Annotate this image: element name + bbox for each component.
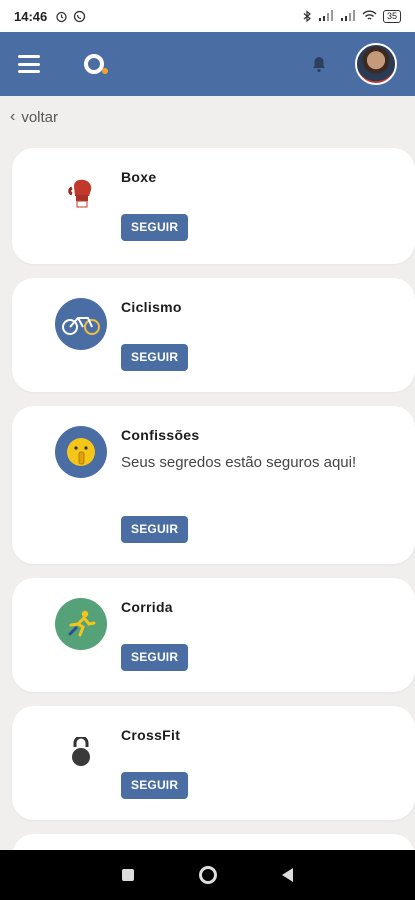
- community-card-boxe: Boxe SEGUIR: [12, 148, 415, 264]
- hamburger-menu-icon[interactable]: [18, 55, 40, 73]
- recent-apps-icon[interactable]: [122, 869, 135, 881]
- android-nav-bar: [0, 850, 415, 900]
- app-header: [0, 32, 415, 96]
- community-description: Seus segredos estão seguros aqui!: [121, 454, 357, 471]
- bluetooth-icon: [303, 9, 311, 22]
- bell-icon[interactable]: [309, 53, 329, 75]
- status-time: 14:46: [14, 8, 48, 24]
- signal-icon-2: [340, 10, 355, 21]
- community-card-confissoes: Confissões Seus segredos estão seguros a…: [12, 406, 415, 564]
- back-triangle-icon[interactable]: [281, 868, 293, 882]
- shushing-face-icon: [55, 426, 107, 478]
- kettlebell-icon: [55, 726, 107, 778]
- chevron-left-icon: ‹: [10, 108, 16, 125]
- community-title: Ciclismo: [121, 299, 182, 315]
- wifi-icon: [362, 10, 377, 20]
- community-card-ciclismo: Ciclismo SEGUIR: [12, 278, 415, 392]
- status-bar: 14:46 35: [0, 0, 415, 32]
- home-icon[interactable]: [198, 866, 217, 884]
- community-card-crossfit: CrossFit SEGUIR: [12, 706, 415, 820]
- follow-button[interactable]: SEGUIR: [121, 772, 189, 799]
- bicycle-icon: [55, 298, 107, 350]
- follow-button[interactable]: SEGUIR: [121, 344, 189, 371]
- boxing-glove-icon: [55, 168, 107, 220]
- battery-level: 35: [382, 9, 401, 23]
- follow-button[interactable]: SEGUIR: [121, 516, 189, 543]
- runner-icon: [55, 598, 107, 650]
- user-avatar[interactable]: [355, 43, 397, 85]
- follow-button[interactable]: SEGUIR: [121, 644, 189, 671]
- whatsapp-icon: [74, 10, 86, 22]
- community-title: CrossFit: [121, 727, 181, 743]
- alarm-icon: [56, 11, 67, 22]
- community-title: Boxe: [121, 169, 157, 185]
- community-title: Corrida: [121, 599, 173, 615]
- community-card-corrida: Corrida SEGUIR: [12, 578, 415, 692]
- back-label: voltar: [21, 108, 59, 126]
- app-logo[interactable]: [84, 54, 108, 74]
- signal-icon: [318, 10, 333, 21]
- community-list: Boxe SEGUIR Ciclismo SEGUIR Confissões S…: [12, 148, 415, 900]
- back-link[interactable]: ‹ voltar: [10, 108, 58, 126]
- follow-button[interactable]: SEGUIR: [121, 214, 189, 241]
- community-title: Confissões: [121, 427, 200, 443]
